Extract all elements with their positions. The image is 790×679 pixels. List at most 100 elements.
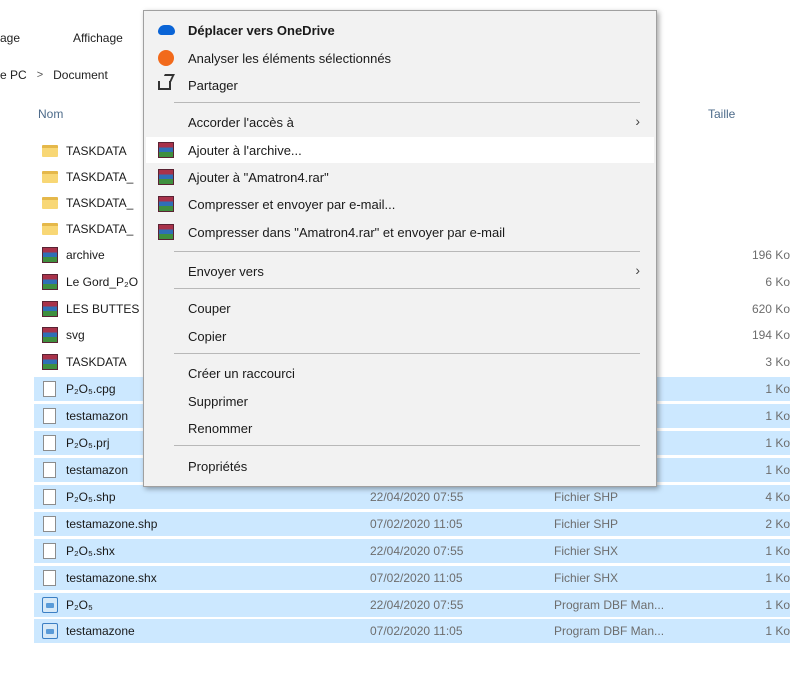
menu-item-couper[interactable]: Couper bbox=[146, 295, 654, 321]
menu-item-creer-un-raccourci[interactable]: Créer un raccourci bbox=[146, 360, 654, 386]
context-menu: Déplacer vers OneDrive Analyser les éléme… bbox=[143, 10, 657, 487]
menu-item-envoyer-vers[interactable]: Envoyer vers › bbox=[146, 258, 654, 284]
file-row[interactable]: testamazone.shp 07/02/2020 11:05 Fichier S… bbox=[34, 512, 790, 536]
file-size: 6 Ko bbox=[765, 275, 790, 289]
menu-separator bbox=[174, 251, 640, 252]
winrar-icon bbox=[158, 196, 174, 212]
menu-item-deplacer-vers-onedrive[interactable]: Déplacer vers OneDrive bbox=[146, 17, 654, 43]
menu-item-partager[interactable]: Partager bbox=[146, 72, 654, 98]
file-row[interactable]: testamazone 07/02/2020 11:05 Program DBF M… bbox=[34, 619, 790, 643]
file-size: 1 Ko bbox=[765, 598, 790, 612]
file-name: svg bbox=[66, 328, 85, 342]
menu-item-proprietes[interactable]: Propriétés bbox=[146, 453, 654, 479]
menu-separator bbox=[174, 288, 640, 289]
menu-item-supprimer[interactable]: Supprimer bbox=[146, 388, 654, 414]
folder-icon bbox=[42, 197, 58, 209]
menu-item-label: Accorder l'accès à bbox=[188, 115, 294, 130]
menu-separator bbox=[174, 445, 640, 446]
avast-icon bbox=[158, 50, 174, 66]
winrar-icon bbox=[42, 301, 58, 317]
file-row[interactable]: P₂O₅.shp 22/04/2020 07:55 Fichier SHP 4 Ko bbox=[34, 485, 790, 509]
file-icon bbox=[43, 381, 56, 397]
menu-item-label: Envoyer vers bbox=[188, 264, 264, 279]
file-type: Fichier SHP bbox=[554, 490, 619, 504]
winrar-icon bbox=[42, 247, 58, 263]
file-icon bbox=[43, 489, 56, 505]
file-icon bbox=[43, 543, 56, 559]
file-type: Program DBF Man... bbox=[554, 598, 665, 612]
file-row[interactable]: testamazone.shx 07/02/2020 11:05 Fichier S… bbox=[34, 566, 790, 590]
winrar-icon bbox=[42, 327, 58, 343]
menu-item-analyser-les-elements-selectionnes[interactable]: Analyser les éléments sélectionnés bbox=[146, 45, 654, 71]
menu-item-copier[interactable]: Copier bbox=[146, 323, 654, 349]
share-icon bbox=[158, 81, 171, 90]
file-name: testamazone bbox=[66, 624, 135, 638]
file-type: Fichier SHX bbox=[554, 571, 619, 585]
winrar-icon bbox=[158, 142, 174, 158]
file-name: TASKDATA_ bbox=[66, 196, 134, 210]
file-size: 1 Ko bbox=[765, 544, 790, 558]
menu-item-ajouter-a-amatron4-rar[interactable]: Ajouter à "Amatron4.rar" bbox=[146, 164, 654, 190]
file-date: 22/04/2020 07:55 bbox=[370, 544, 464, 558]
file-size: 1 Ko bbox=[765, 436, 790, 450]
chevron-right-icon: › bbox=[635, 262, 640, 278]
menu-item-ajouter-a-l-archive[interactable]: Ajouter à l'archive... bbox=[146, 137, 654, 163]
file-name: archive bbox=[66, 248, 105, 262]
file-date: 07/02/2020 11:05 bbox=[370, 571, 463, 585]
file-size: 1 Ko bbox=[765, 463, 790, 477]
folder-icon bbox=[42, 223, 58, 235]
menu-item-label: Analyser les éléments sélectionnés bbox=[188, 51, 392, 66]
file-name: testamazone.shp bbox=[66, 517, 158, 531]
file-date: 07/02/2020 11:05 bbox=[370, 517, 463, 531]
menu-item-label: Compresser et envoyer par e-mail... bbox=[188, 197, 396, 212]
file-icon bbox=[43, 408, 56, 424]
file-name: P₂O₅.shx bbox=[66, 544, 115, 558]
menu-item-label: Supprimer bbox=[188, 394, 248, 409]
menu-item-label: Déplacer vers OneDrive bbox=[188, 23, 335, 38]
column-header-size[interactable]: Taille bbox=[708, 107, 735, 125]
file-size: 3 Ko bbox=[765, 355, 790, 369]
menu-item-label: Ajouter à l'archive... bbox=[188, 143, 302, 158]
winrar-icon bbox=[42, 354, 58, 370]
dbf-icon bbox=[42, 597, 58, 613]
menu-item-label: Partager bbox=[188, 78, 238, 93]
breadcrumb-item-documents[interactable]: Document bbox=[53, 68, 108, 82]
file-row[interactable]: P₂O₅.shx 22/04/2020 07:55 Fichier SHX 1 Ko bbox=[34, 539, 790, 563]
file-name: Le Gord_P₂O bbox=[66, 275, 139, 289]
file-name: P₂O₅.shp bbox=[66, 490, 116, 504]
chevron-right-icon: > bbox=[36, 69, 44, 81]
file-type: Program DBF Man... bbox=[554, 624, 665, 638]
file-name: P₂O₅.prj bbox=[66, 436, 110, 450]
menu-item-compresser-dans-amatron4-rar-et-envoyer-par-e-mail[interactable]: Compresser dans "Amatron4.rar" et envoye… bbox=[146, 219, 654, 245]
ribbon-tab-affichage[interactable]: Affichage bbox=[73, 31, 123, 47]
menu-item-compresser-et-envoyer-par-e-mail[interactable]: Compresser et envoyer par e-mail... bbox=[146, 191, 654, 217]
file-row[interactable]: P₂O₅ 22/04/2020 07:55 Program DBF Man... 1 … bbox=[34, 593, 790, 617]
file-name: testamazon bbox=[66, 409, 129, 423]
file-icon bbox=[43, 516, 56, 532]
file-name: TASKDATA bbox=[66, 144, 127, 158]
file-size: 620 Ko bbox=[751, 302, 790, 316]
menu-separator bbox=[174, 102, 640, 103]
file-type: Fichier SHX bbox=[554, 544, 619, 558]
menu-item-accorder-l-acces-a[interactable]: Accorder l'accès à › bbox=[146, 109, 654, 135]
file-size: 1 Ko bbox=[765, 624, 790, 638]
breadcrumb-item-this-pc[interactable]: e PC bbox=[0, 68, 27, 82]
ribbon-tab-partage[interactable]: age bbox=[0, 31, 20, 47]
menu-item-label: Créer un raccourci bbox=[188, 366, 295, 381]
file-date: 22/04/2020 07:55 bbox=[370, 490, 464, 504]
file-date: 07/02/2020 11:05 bbox=[370, 624, 463, 638]
winrar-icon bbox=[158, 224, 174, 240]
file-name: TASKDATA bbox=[66, 355, 127, 369]
menu-item-label: Ajouter à "Amatron4.rar" bbox=[188, 170, 329, 185]
file-name: testamazone.shx bbox=[66, 571, 157, 585]
menu-item-label: Renommer bbox=[188, 421, 253, 436]
column-header-name[interactable]: Nom bbox=[38, 107, 63, 125]
file-name: LES BUTTES bbox=[66, 302, 140, 316]
onedrive-icon bbox=[158, 25, 175, 35]
file-size: 1 Ko bbox=[765, 571, 790, 585]
winrar-icon bbox=[42, 274, 58, 290]
file-size: 1 Ko bbox=[765, 409, 790, 423]
file-type: Fichier SHP bbox=[554, 517, 619, 531]
menu-item-renommer[interactable]: Renommer bbox=[146, 415, 654, 441]
folder-icon bbox=[42, 145, 58, 157]
